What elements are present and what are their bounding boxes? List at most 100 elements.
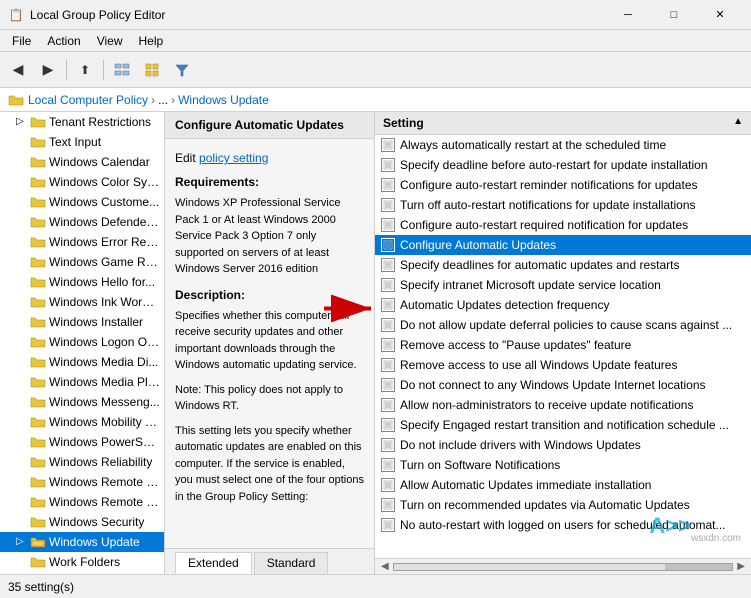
note-text: Note: This policy does not apply to Wind… <box>175 382 364 415</box>
policy-icon <box>383 460 393 470</box>
view-button[interactable] <box>138 56 166 84</box>
list-item[interactable]: Configure auto-restart required notifica… <box>375 215 751 235</box>
tree-item-label: Windows Installer <box>49 315 143 329</box>
tree-item-label: Windows Custome... <box>49 195 159 209</box>
list-item-label: Do not allow update deferral policies to… <box>400 318 732 332</box>
breadcrumb-folder-icon <box>8 92 24 108</box>
menu-action[interactable]: Action <box>39 32 88 50</box>
tree-item-media-pla[interactable]: Windows Media Pla... <box>0 372 164 392</box>
list-item[interactable]: Configure auto-restart reminder notifica… <box>375 175 751 195</box>
list-item[interactable]: Always automatically restart at the sche… <box>375 135 751 155</box>
tree-item-hello[interactable]: Windows Hello for... <box>0 272 164 292</box>
status-text: 35 setting(s) <box>8 580 74 594</box>
right-panel-header: Setting ▲ <box>375 112 751 135</box>
list-item[interactable]: Turn on Software Notifications <box>375 455 751 475</box>
tree-item-calendar[interactable]: Windows Calendar <box>0 152 164 172</box>
tree-item-label: Windows Remote S... <box>49 495 160 509</box>
tree-item-ink[interactable]: Windows Ink Works... <box>0 292 164 312</box>
tree-item-text-input[interactable]: Text Input <box>0 132 164 152</box>
list-item-configure-updates[interactable]: Configure Automatic Updates <box>375 235 751 255</box>
tree-item-media-di[interactable]: Windows Media Di... <box>0 352 164 372</box>
tree-item-messenger[interactable]: Windows Messeng... <box>0 392 164 412</box>
tree-item-label: Work Folders <box>49 555 120 569</box>
scroll-left-icon[interactable]: ◀ <box>381 561 389 572</box>
tree-item-reliability[interactable]: Windows Reliability <box>0 452 164 472</box>
tree-item-game[interactable]: Windows Game Re... <box>0 252 164 272</box>
folder-icon <box>30 354 46 370</box>
list-item[interactable]: Specify deadline before auto-restart for… <box>375 155 751 175</box>
list-item[interactable]: No auto-restart with logged on users for… <box>375 515 751 535</box>
horizontal-scrollbar[interactable] <box>393 563 734 571</box>
tree-item-logon[interactable]: Windows Logon Op... <box>0 332 164 352</box>
expand-icon <box>16 356 28 368</box>
tree-item-color-sys[interactable]: Windows Color Sys... <box>0 172 164 192</box>
tree-item-work-folders[interactable]: Work Folders <box>0 552 164 572</box>
maximize-button[interactable]: □ <box>651 0 697 30</box>
up-button[interactable]: ⬆ <box>71 56 99 84</box>
filter-button[interactable] <box>168 56 196 84</box>
tree-item-powershell[interactable]: Windows PowerShe... <box>0 432 164 452</box>
setting-column-header: Setting <box>383 116 424 130</box>
setting-icon <box>381 478 395 492</box>
list-item-label: Remove access to use all Windows Update … <box>400 358 677 372</box>
list-item[interactable]: Do not allow update deferral policies to… <box>375 315 751 335</box>
tree-item-label: Windows Update <box>49 535 140 549</box>
list-item[interactable]: Specify intranet Microsoft update servic… <box>375 275 751 295</box>
tree-item-label: Text Input <box>49 135 101 149</box>
main-content: ▷ Tenant Restrictions Text Input Windows… <box>0 112 751 574</box>
tree-item-tenant[interactable]: ▷ Tenant Restrictions <box>0 112 164 132</box>
tree-item-mobility[interactable]: Windows Mobility C... <box>0 412 164 432</box>
scroll-right-icon[interactable]: ▶ <box>737 561 745 572</box>
list-item[interactable]: Specify Engaged restart transition and n… <box>375 415 751 435</box>
separator-1 <box>66 60 67 80</box>
setting-icon <box>381 198 395 212</box>
tree-item-error-rep[interactable]: Windows Error Rep... <box>0 232 164 252</box>
list-item[interactable]: Automatic Updates detection frequency <box>375 295 751 315</box>
list-item[interactable]: Allow non-administrators to receive upda… <box>375 395 751 415</box>
requirements-title: Requirements: <box>175 175 259 189</box>
back-button[interactable]: ◀ <box>4 56 32 84</box>
close-button[interactable]: ✕ <box>697 0 743 30</box>
list-item[interactable]: Turn off auto-restart notifications for … <box>375 195 751 215</box>
list-item[interactable]: Do not include drivers with Windows Upda… <box>375 435 751 455</box>
tab-standard[interactable]: Standard <box>254 552 329 574</box>
tree-item-label: Windows Ink Works... <box>49 295 160 309</box>
expand-icon <box>16 256 28 268</box>
scroll-up-button[interactable]: ▲ <box>733 116 743 130</box>
policy-icon <box>383 220 393 230</box>
policy-icon <box>383 440 393 450</box>
tree-item-security[interactable]: Windows Security <box>0 512 164 532</box>
menu-view[interactable]: View <box>89 32 131 50</box>
folder-icon <box>30 254 46 270</box>
setting-icon <box>381 498 395 512</box>
list-item[interactable]: Remove access to "Pause updates" feature <box>375 335 751 355</box>
menu-help[interactable]: Help <box>131 32 172 50</box>
tree-item-update[interactable]: ▷ Windows Update <box>0 532 164 552</box>
tree-item-label: Windows Security <box>49 515 144 529</box>
tree-item-label: Tenant Restrictions <box>49 115 151 129</box>
minimize-button[interactable]: ─ <box>605 0 651 30</box>
list-item[interactable]: Remove access to use all Windows Update … <box>375 355 751 375</box>
list-item-label: Turn on Software Notifications <box>400 458 560 472</box>
show-hide-tree-button[interactable] <box>108 56 136 84</box>
tree-item-remote-m[interactable]: Windows Remote M... <box>0 472 164 492</box>
expand-icon <box>16 136 28 148</box>
breadcrumb-sep-2: › <box>171 93 175 107</box>
tree-item-remote-s[interactable]: Windows Remote S... <box>0 492 164 512</box>
list-item[interactable]: Specify deadlines for automatic updates … <box>375 255 751 275</box>
tree-icon <box>114 62 130 78</box>
menu-file[interactable]: File <box>4 32 39 50</box>
tree-item-defender[interactable]: Windows Defender ... <box>0 212 164 232</box>
edit-policy-link[interactable]: policy setting <box>199 151 268 165</box>
list-item[interactable]: Turn on recommended updates via Automati… <box>375 495 751 515</box>
right-panel: Setting ▲ Always automatically restart a… <box>375 112 751 574</box>
tree-item-installer[interactable]: Windows Installer <box>0 312 164 332</box>
expand-icon <box>16 196 28 208</box>
forward-button[interactable]: ▶ <box>34 56 62 84</box>
setting-icon <box>381 438 395 452</box>
tree-item-customer[interactable]: Windows Custome... <box>0 192 164 212</box>
tab-extended[interactable]: Extended <box>175 552 252 574</box>
list-item[interactable]: Do not connect to any Windows Update Int… <box>375 375 751 395</box>
list-item[interactable]: Allow Automatic Updates immediate instal… <box>375 475 751 495</box>
expand-icon <box>16 336 28 348</box>
